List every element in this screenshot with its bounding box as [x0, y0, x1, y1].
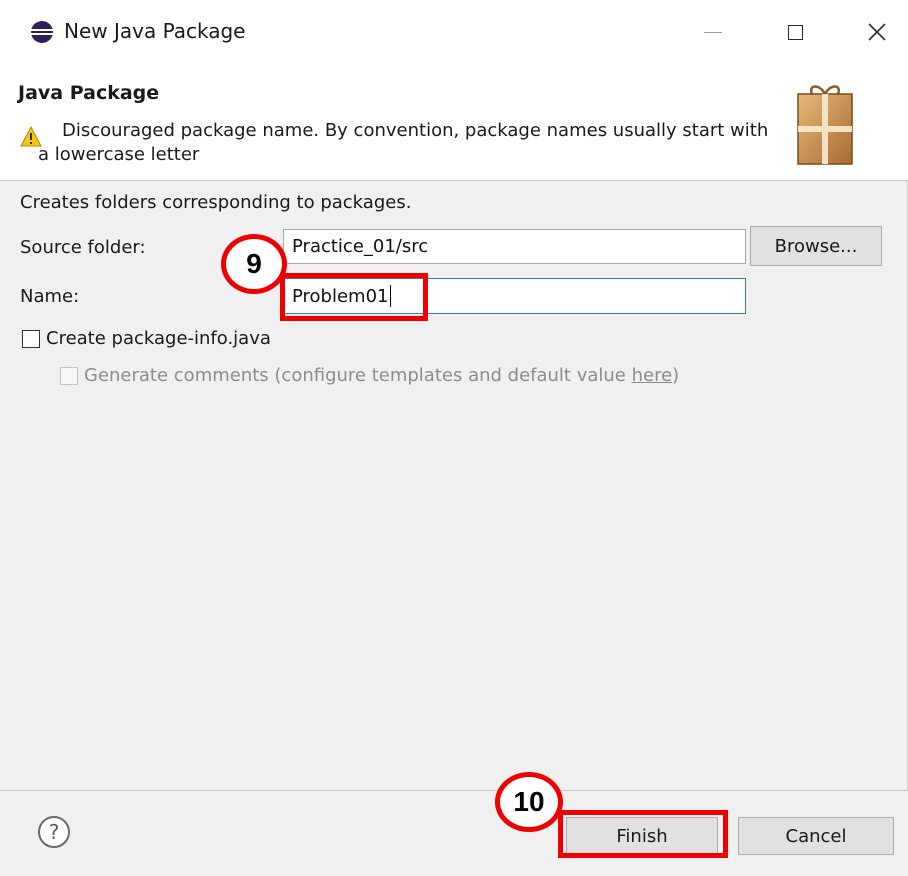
highlight-name-field	[280, 273, 428, 321]
step-marker-10: 10	[495, 772, 563, 832]
banner-message: Discouraged package name. By convention,…	[38, 120, 769, 165]
close-button[interactable]	[854, 10, 900, 54]
wizard-banner: Java Package Discouraged package name. B…	[0, 64, 908, 181]
close-icon	[868, 23, 886, 41]
generate-comments-checkbox	[60, 366, 78, 385]
title-bar[interactable]: New Java Package	[0, 0, 908, 64]
dialog-footer: ? Finish Cancel	[0, 790, 908, 876]
generate-comments-suffix: )	[672, 365, 680, 386]
eclipse-icon	[31, 21, 53, 43]
cancel-button[interactable]: Cancel	[738, 817, 894, 855]
step-marker-9: 9	[221, 234, 287, 294]
window-title: New Java Package	[64, 19, 246, 43]
page-description: Creates folders corresponding to package…	[20, 192, 412, 213]
generate-comments-option: Generate comments (configure templates a…	[60, 365, 679, 386]
configure-templates-link[interactable]: here	[632, 365, 673, 386]
source-folder-input[interactable]: Practice_01/src	[283, 229, 746, 264]
maximize-icon	[787, 24, 803, 40]
highlight-finish-button	[558, 810, 728, 858]
new-java-package-dialog: New Java Package Java Package Discourage…	[0, 0, 908, 876]
minimize-button[interactable]	[690, 10, 736, 54]
help-glyph: ?	[49, 820, 60, 844]
source-folder-value: Practice_01/src	[292, 236, 429, 257]
create-package-info-checkbox[interactable]	[22, 329, 40, 348]
create-package-info-option[interactable]: Create package-info.java	[22, 328, 271, 349]
browse-button[interactable]: Browse...	[750, 226, 882, 266]
help-icon[interactable]: ?	[37, 815, 71, 849]
source-folder-label: Source folder:	[20, 237, 146, 258]
maximize-button[interactable]	[772, 10, 818, 54]
package-gift-icon	[797, 85, 853, 165]
generate-comments-label: Generate comments (configure templates a…	[84, 365, 632, 386]
minimize-icon	[704, 31, 722, 33]
create-package-info-label: Create package-info.java	[46, 328, 271, 349]
banner-title: Java Package	[18, 82, 160, 104]
name-label: Name:	[20, 286, 80, 307]
